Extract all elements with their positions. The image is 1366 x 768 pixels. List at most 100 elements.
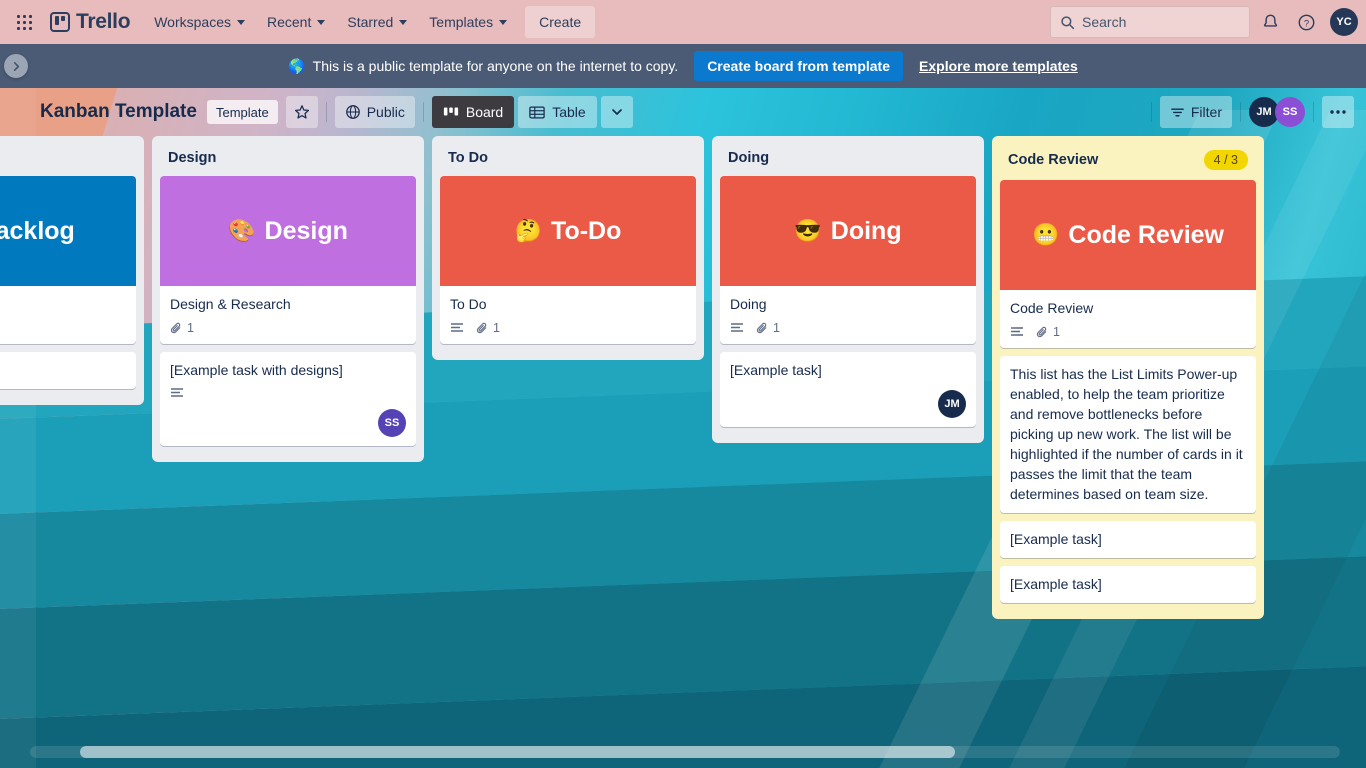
card-badges: 1 xyxy=(170,321,406,335)
card-footer: JM xyxy=(730,390,966,418)
card[interactable]: 😬 Code Review Code Review 1 xyxy=(1000,180,1256,348)
paperclip-icon xyxy=(170,322,181,333)
list-design[interactable]: Design 🎨 Design Design & Research 1 [Exa… xyxy=(152,136,424,462)
list-backlog[interactable]: Backlog 📥 Backlog Backlog xyxy=(0,136,144,405)
card-cover-text: Code Review xyxy=(1068,220,1224,249)
card-cover: 😎 Doing xyxy=(720,176,976,286)
list-title[interactable]: To Do xyxy=(448,150,488,166)
description-icon xyxy=(171,388,183,397)
attachment-badge: 1 xyxy=(476,321,500,335)
card[interactable]: This list has the List Limits Power-up e… xyxy=(1000,356,1256,513)
card-title: [Example task] xyxy=(1010,531,1102,547)
description-badge xyxy=(170,387,184,399)
card[interactable]: 🤔 To-Do To Do 1 xyxy=(440,176,696,344)
thinking-face-icon: 🤔 xyxy=(514,218,543,243)
card[interactable]: 😎 Doing Doing 1 xyxy=(720,176,976,344)
apps-grid-icon[interactable] xyxy=(8,6,40,38)
card-badges: 1 xyxy=(730,321,966,335)
banner-message-wrap: 🌎 This is a public template for anyone o… xyxy=(288,58,678,75)
filter-button[interactable]: Filter xyxy=(1159,96,1232,128)
user-avatar[interactable]: YC xyxy=(1330,8,1358,36)
card-cover-text: Doing xyxy=(830,216,902,245)
board-visibility-label: Public xyxy=(366,104,405,120)
list-header: To Do xyxy=(440,144,696,176)
card-member-avatar[interactable]: SS xyxy=(378,409,406,437)
search-input[interactable]: Search xyxy=(1050,6,1250,38)
card-cover-text: Backlog xyxy=(0,216,75,245)
horizontal-scrollbar-thumb[interactable] xyxy=(80,746,955,758)
table-grid-icon xyxy=(529,106,545,118)
description-icon xyxy=(451,323,463,332)
card-member-avatar[interactable]: JM xyxy=(938,390,966,418)
card-body: [Example task] xyxy=(1000,521,1256,558)
more-views-button[interactable] xyxy=(600,96,633,128)
nav-menu-starred[interactable]: Starred xyxy=(337,6,417,38)
list-limit-badge[interactable]: 4 / 3 xyxy=(1203,150,1248,170)
list-title[interactable]: Doing xyxy=(728,150,769,166)
top-navigation: Trello Workspaces Recent Starred Templat… xyxy=(0,0,1366,44)
help-button[interactable]: ? xyxy=(1290,6,1322,38)
card[interactable]: 🎨 Design Design & Research 1 xyxy=(160,176,416,344)
trello-logo[interactable]: Trello xyxy=(44,10,142,34)
card[interactable]: [Example task] xyxy=(0,352,136,389)
nav-menu-workspaces[interactable]: Workspaces xyxy=(144,6,255,38)
list-code-review[interactable]: Code Review 4 / 3 😬 Code Review Code Rev… xyxy=(992,136,1264,619)
sidebar-expand-button[interactable] xyxy=(4,54,28,78)
attachment-count: 1 xyxy=(1053,325,1060,339)
card[interactable]: [Example task] JM xyxy=(720,352,976,427)
attachment-badge: 1 xyxy=(756,321,780,335)
card-title: To Do xyxy=(450,296,487,312)
view-switcher-table[interactable]: Table xyxy=(518,96,597,128)
header-divider xyxy=(1313,102,1314,122)
chevron-down-icon xyxy=(611,109,622,115)
notifications-button[interactable] xyxy=(1254,6,1286,38)
public-template-banner: 🌎 This is a public template for anyone o… xyxy=(0,44,1366,88)
list-title[interactable]: Design xyxy=(168,150,216,166)
header-divider xyxy=(1150,102,1152,122)
board-menu-button[interactable] xyxy=(1322,96,1354,128)
view-switcher-board[interactable]: Board xyxy=(431,96,515,128)
template-badge[interactable]: Template xyxy=(206,100,278,124)
list-title[interactable]: Code Review xyxy=(1008,152,1098,168)
horizontal-scrollbar[interactable] xyxy=(30,746,1340,758)
grimacing-face-icon: 😬 xyxy=(1031,222,1060,247)
header-divider xyxy=(1240,102,1241,122)
nav-menu-label: Recent xyxy=(267,14,312,30)
board-member-avatar[interactable]: SS xyxy=(1275,97,1305,127)
nav-menu-templates[interactable]: Templates xyxy=(419,6,517,38)
description-badge xyxy=(1010,326,1024,338)
globe-icon xyxy=(345,105,360,119)
card-body: Backlog xyxy=(0,286,136,344)
card-body: [Example task] xyxy=(1000,566,1256,603)
description-icon xyxy=(731,323,743,332)
lists-container: Backlog 📥 Backlog Backlog xyxy=(0,136,1366,746)
card[interactable]: [Example task] xyxy=(1000,566,1256,603)
create-board-from-template-button[interactable]: Create board from template xyxy=(694,51,904,81)
card[interactable]: 📥 Backlog Backlog xyxy=(0,176,136,344)
header-divider xyxy=(422,102,424,122)
card-title: Backlog xyxy=(0,294,126,314)
help-circle-icon: ? xyxy=(1298,14,1314,30)
globe-icon: 🌎 xyxy=(288,57,306,74)
card-title: Code Review xyxy=(1010,300,1094,316)
nav-menu-recent[interactable]: Recent xyxy=(257,6,335,38)
board-visibility-button[interactable]: Public xyxy=(334,96,415,128)
card-badges: 1 xyxy=(1010,325,1246,339)
card[interactable]: [Example task] xyxy=(1000,521,1256,558)
card-cover: 📥 Backlog xyxy=(0,176,136,286)
list-header: Doing xyxy=(720,144,976,176)
card[interactable]: [Example task with designs] SS xyxy=(160,352,416,446)
star-board-button[interactable] xyxy=(285,96,318,128)
attachment-count: 1 xyxy=(773,321,780,335)
card-title: [Example task] xyxy=(730,362,822,378)
attachment-count: 1 xyxy=(493,321,500,335)
explore-more-templates-link[interactable]: Explore more templates xyxy=(919,58,1078,74)
list-to-do[interactable]: To Do 🤔 To-Do To Do 1 xyxy=(432,136,704,360)
card-cover-text: To-Do xyxy=(551,216,622,245)
card-title: Design & Research xyxy=(170,296,291,312)
search-placeholder: Search xyxy=(1082,14,1127,30)
artist-palette-icon: 🎨 xyxy=(228,218,256,243)
list-doing[interactable]: Doing 😎 Doing Doing 1 [Example task] JM xyxy=(712,136,984,443)
create-button[interactable]: Create xyxy=(525,6,596,38)
board-title[interactable]: Kanban Template xyxy=(40,101,197,123)
